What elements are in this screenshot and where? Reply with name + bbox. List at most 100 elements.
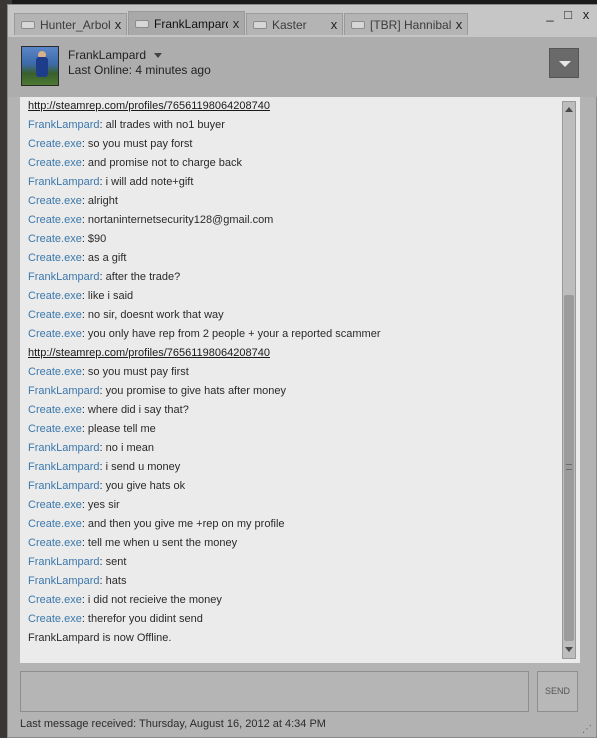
chat-message: Create.exe: yes sir	[28, 496, 558, 515]
chat-message: FrankLampard: i will add note+gift	[28, 173, 558, 192]
message-text: : i did not recieive the money	[81, 594, 222, 606]
chat-message: Create.exe: $90	[28, 230, 558, 249]
message-text: : no i mean	[99, 442, 154, 454]
chat-message: FrankLampard: i send u money	[28, 458, 558, 477]
chat-history[interactable]: http://steamrep.com/profiles/76561198064…	[20, 97, 580, 663]
message-sender[interactable]: FrankLampard	[28, 271, 100, 283]
chat-message: FrankLampard: no i mean	[28, 439, 558, 458]
resize-grip-icon[interactable]: ⋰	[582, 724, 592, 735]
message-sender[interactable]: Create.exe	[28, 157, 82, 169]
message-sender[interactable]: Create.exe	[28, 613, 82, 625]
close-icon[interactable]: x	[228, 16, 244, 31]
message-text: : please tell me	[81, 423, 156, 435]
minimize-button[interactable]: _	[544, 7, 556, 22]
send-button[interactable]: SEND	[537, 671, 578, 712]
message-sender[interactable]: Create.exe	[28, 290, 82, 302]
tab-hunter-arbok[interactable]: Hunter_Arbok x	[14, 13, 127, 35]
message-sender[interactable]: FrankLampard	[28, 461, 100, 473]
message-sender[interactable]: FrankLampard	[28, 442, 100, 454]
chat-message: http://steamrep.com/profiles/76561198064…	[28, 97, 558, 116]
message-text: : you promise to give hats after money	[99, 385, 287, 397]
message-sender[interactable]: Create.exe	[28, 594, 82, 606]
maximize-button[interactable]: □	[562, 7, 574, 22]
tab-tbr-hannibal[interactable]: [TBR] Hannibal x	[344, 13, 468, 35]
message-text: : hats	[99, 575, 127, 587]
grip-icon	[566, 464, 572, 470]
message-sender[interactable]: Create.exe	[28, 366, 82, 378]
message-sender[interactable]: FrankLampard	[28, 556, 100, 568]
chat-bubble-icon	[351, 20, 365, 29]
message-sender[interactable]: Create.exe	[28, 537, 82, 549]
message-sender[interactable]: FrankLampard	[28, 480, 100, 492]
tab-kaster[interactable]: Kaster x	[246, 13, 343, 35]
chat-message: Create.exe: so you must pay first	[28, 363, 558, 382]
message-sender[interactable]: Create.exe	[28, 404, 82, 416]
chat-message: Create.exe: and promise not to charge ba…	[28, 154, 558, 173]
close-icon[interactable]: x	[451, 17, 467, 32]
tab-label: Hunter_Arbok	[40, 17, 110, 32]
message-sender[interactable]: FrankLampard	[28, 385, 100, 397]
close-icon[interactable]: x	[326, 17, 342, 32]
chat-message: FrankLampard: you promise to give hats a…	[28, 382, 558, 401]
message-text: : after the trade?	[99, 271, 181, 283]
chat-message: Create.exe: you only have rep from 2 peo…	[28, 325, 558, 344]
chat-window: Hunter_Arbok x FrankLampard x Kaster x […	[7, 4, 597, 738]
chat-bubble-icon	[253, 20, 267, 29]
chat-message: Create.exe: nortaninternetsecurity128@gm…	[28, 211, 558, 230]
scroll-thumb[interactable]	[564, 295, 574, 641]
avatar[interactable]	[21, 46, 59, 86]
chat-message: Create.exe: tell me when u sent the mone…	[28, 534, 558, 553]
friend-name-label: FrankLampard	[68, 48, 147, 62]
scroll-down-icon[interactable]	[564, 644, 574, 656]
message-text: : and promise not to charge back	[81, 157, 243, 169]
message-sender[interactable]: Create.exe	[28, 138, 82, 150]
last-online-status: Last Online: 4 minutes ago	[68, 63, 211, 77]
message-sender[interactable]: FrankLampard	[28, 119, 100, 131]
message-sender[interactable]: Create.exe	[28, 214, 82, 226]
chat-message: Create.exe: alright	[28, 192, 558, 211]
message-text: : yes sir	[81, 499, 120, 511]
chat-message: FrankLampard: you give hats ok	[28, 477, 558, 496]
chat-link[interactable]: http://steamrep.com/profiles/76561198064…	[28, 100, 270, 112]
title-bar: Hunter_Arbok x FrankLampard x Kaster x […	[8, 5, 597, 37]
message-sender[interactable]: Create.exe	[28, 518, 82, 530]
chat-message: Create.exe: where did i say that?	[28, 401, 558, 420]
tab-franklampard[interactable]: FrankLampard x	[128, 11, 245, 35]
message-sender[interactable]: Create.exe	[28, 309, 82, 321]
message-sender[interactable]: Create.exe	[28, 328, 82, 340]
message-sender[interactable]: FrankLampard	[28, 176, 100, 188]
chat-message: Create.exe: therefor you didint send	[28, 610, 558, 629]
scrollbar[interactable]	[562, 101, 576, 659]
message-sender[interactable]: Create.exe	[28, 233, 82, 245]
chat-message: FrankLampard: sent	[28, 553, 558, 572]
chat-message: Create.exe: i did not recieive the money	[28, 591, 558, 610]
tab-label: Kaster	[272, 17, 307, 32]
chat-bubble-icon	[135, 19, 149, 28]
scroll-up-icon[interactable]	[564, 104, 574, 116]
message-sender[interactable]: Create.exe	[28, 499, 82, 511]
message-text: : i send u money	[99, 461, 181, 473]
chat-message: FrankLampard: hats	[28, 572, 558, 591]
message-sender[interactable]: Create.exe	[28, 252, 82, 264]
message-text: : so you must pay forst	[81, 138, 193, 150]
message-sender[interactable]: FrankLampard	[28, 575, 100, 587]
friend-name[interactable]: FrankLampard	[68, 48, 163, 62]
message-text: : you only have rep from 2 people + your…	[81, 328, 381, 340]
close-icon[interactable]: x	[110, 17, 126, 32]
chat-message: Create.exe: please tell me	[28, 420, 558, 439]
chevron-down-icon[interactable]	[154, 53, 163, 59]
message-sender[interactable]: Create.exe	[28, 195, 82, 207]
message-input[interactable]	[20, 671, 529, 712]
chat-message: FrankLampard is now Offline.	[28, 629, 558, 648]
message-text: : sent	[99, 556, 127, 568]
close-window-button[interactable]: x	[580, 7, 592, 22]
tab-label: [TBR] Hannibal	[370, 17, 451, 32]
message-sender[interactable]: Create.exe	[28, 423, 82, 435]
chat-link[interactable]: http://steamrep.com/profiles/76561198064…	[28, 347, 270, 359]
chat-bubble-icon	[21, 20, 35, 29]
chat-menu-button[interactable]	[549, 48, 579, 78]
chat-message: FrankLampard: all trades with no1 buyer	[28, 116, 558, 135]
message-text: : like i said	[81, 290, 134, 302]
message-text: : so you must pay first	[81, 366, 189, 378]
message-text: : where did i say that?	[81, 404, 189, 416]
